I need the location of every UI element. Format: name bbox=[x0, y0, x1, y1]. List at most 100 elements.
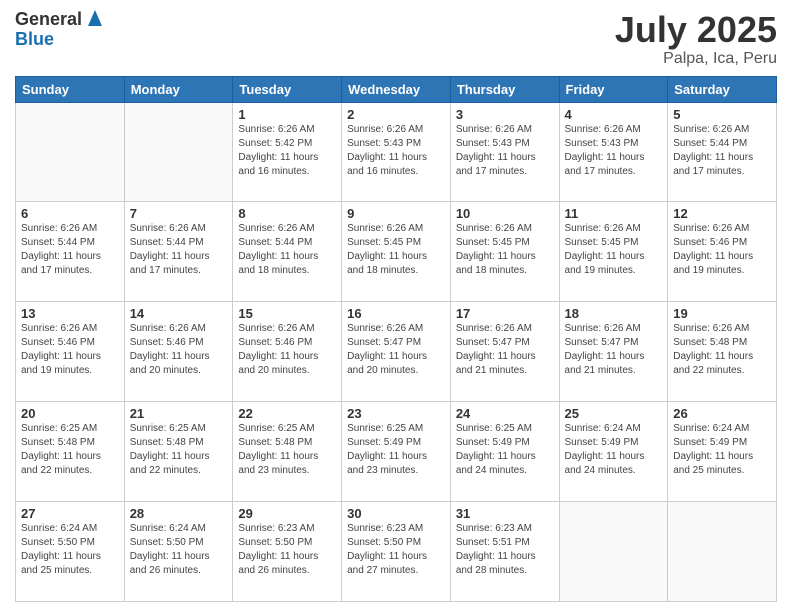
weekday-header-saturday: Saturday bbox=[668, 76, 777, 102]
calendar-cell bbox=[559, 502, 668, 602]
day-number: 10 bbox=[456, 206, 554, 221]
day-number: 4 bbox=[565, 107, 663, 122]
day-info: Sunrise: 6:26 AM Sunset: 5:45 PM Dayligh… bbox=[347, 222, 445, 278]
day-info: Sunrise: 6:26 AM Sunset: 5:48 PM Dayligh… bbox=[673, 322, 771, 378]
calendar-cell: 30Sunrise: 6:23 AM Sunset: 5:50 PM Dayli… bbox=[342, 502, 451, 602]
weekday-header-friday: Friday bbox=[559, 76, 668, 102]
calendar-cell: 22Sunrise: 6:25 AM Sunset: 5:48 PM Dayli… bbox=[233, 402, 342, 502]
calendar-table: SundayMondayTuesdayWednesdayThursdayFrid… bbox=[15, 76, 777, 602]
day-number: 19 bbox=[673, 306, 771, 321]
day-info: Sunrise: 6:26 AM Sunset: 5:44 PM Dayligh… bbox=[673, 123, 771, 179]
weekday-header-wednesday: Wednesday bbox=[342, 76, 451, 102]
day-info: Sunrise: 6:24 AM Sunset: 5:49 PM Dayligh… bbox=[565, 422, 663, 478]
calendar-cell: 29Sunrise: 6:23 AM Sunset: 5:50 PM Dayli… bbox=[233, 502, 342, 602]
calendar-cell: 4Sunrise: 6:26 AM Sunset: 5:43 PM Daylig… bbox=[559, 102, 668, 202]
day-info: Sunrise: 6:24 AM Sunset: 5:50 PM Dayligh… bbox=[21, 522, 119, 578]
day-info: Sunrise: 6:26 AM Sunset: 5:45 PM Dayligh… bbox=[456, 222, 554, 278]
day-number: 15 bbox=[238, 306, 336, 321]
day-number: 18 bbox=[565, 306, 663, 321]
day-info: Sunrise: 6:26 AM Sunset: 5:44 PM Dayligh… bbox=[21, 222, 119, 278]
day-info: Sunrise: 6:26 AM Sunset: 5:46 PM Dayligh… bbox=[238, 322, 336, 378]
calendar-week-2: 6Sunrise: 6:26 AM Sunset: 5:44 PM Daylig… bbox=[16, 202, 777, 302]
day-number: 1 bbox=[238, 107, 336, 122]
calendar-cell: 5Sunrise: 6:26 AM Sunset: 5:44 PM Daylig… bbox=[668, 102, 777, 202]
calendar-cell: 17Sunrise: 6:26 AM Sunset: 5:47 PM Dayli… bbox=[450, 302, 559, 402]
day-info: Sunrise: 6:25 AM Sunset: 5:48 PM Dayligh… bbox=[21, 422, 119, 478]
day-info: Sunrise: 6:26 AM Sunset: 5:46 PM Dayligh… bbox=[21, 322, 119, 378]
day-info: Sunrise: 6:26 AM Sunset: 5:47 PM Dayligh… bbox=[565, 322, 663, 378]
calendar-cell: 7Sunrise: 6:26 AM Sunset: 5:44 PM Daylig… bbox=[124, 202, 233, 302]
day-number: 8 bbox=[238, 206, 336, 221]
calendar-cell: 3Sunrise: 6:26 AM Sunset: 5:43 PM Daylig… bbox=[450, 102, 559, 202]
day-info: Sunrise: 6:26 AM Sunset: 5:46 PM Dayligh… bbox=[130, 322, 228, 378]
calendar-week-3: 13Sunrise: 6:26 AM Sunset: 5:46 PM Dayli… bbox=[16, 302, 777, 402]
calendar-cell: 1Sunrise: 6:26 AM Sunset: 5:42 PM Daylig… bbox=[233, 102, 342, 202]
day-number: 28 bbox=[130, 506, 228, 521]
day-number: 22 bbox=[238, 406, 336, 421]
day-info: Sunrise: 6:24 AM Sunset: 5:50 PM Dayligh… bbox=[130, 522, 228, 578]
day-number: 17 bbox=[456, 306, 554, 321]
calendar-cell: 24Sunrise: 6:25 AM Sunset: 5:49 PM Dayli… bbox=[450, 402, 559, 502]
calendar-cell: 16Sunrise: 6:26 AM Sunset: 5:47 PM Dayli… bbox=[342, 302, 451, 402]
day-info: Sunrise: 6:26 AM Sunset: 5:44 PM Dayligh… bbox=[130, 222, 228, 278]
calendar-cell: 26Sunrise: 6:24 AM Sunset: 5:49 PM Dayli… bbox=[668, 402, 777, 502]
calendar-cell: 12Sunrise: 6:26 AM Sunset: 5:46 PM Dayli… bbox=[668, 202, 777, 302]
day-number: 27 bbox=[21, 506, 119, 521]
calendar-cell: 21Sunrise: 6:25 AM Sunset: 5:48 PM Dayli… bbox=[124, 402, 233, 502]
calendar-cell: 8Sunrise: 6:26 AM Sunset: 5:44 PM Daylig… bbox=[233, 202, 342, 302]
weekday-header-tuesday: Tuesday bbox=[233, 76, 342, 102]
calendar-cell: 19Sunrise: 6:26 AM Sunset: 5:48 PM Dayli… bbox=[668, 302, 777, 402]
day-info: Sunrise: 6:26 AM Sunset: 5:47 PM Dayligh… bbox=[456, 322, 554, 378]
calendar-cell: 6Sunrise: 6:26 AM Sunset: 5:44 PM Daylig… bbox=[16, 202, 125, 302]
day-number: 30 bbox=[347, 506, 445, 521]
calendar-cell: 15Sunrise: 6:26 AM Sunset: 5:46 PM Dayli… bbox=[233, 302, 342, 402]
day-info: Sunrise: 6:26 AM Sunset: 5:46 PM Dayligh… bbox=[673, 222, 771, 278]
day-info: Sunrise: 6:23 AM Sunset: 5:51 PM Dayligh… bbox=[456, 522, 554, 578]
day-number: 9 bbox=[347, 206, 445, 221]
calendar-cell: 28Sunrise: 6:24 AM Sunset: 5:50 PM Dayli… bbox=[124, 502, 233, 602]
calendar-cell: 31Sunrise: 6:23 AM Sunset: 5:51 PM Dayli… bbox=[450, 502, 559, 602]
day-info: Sunrise: 6:25 AM Sunset: 5:48 PM Dayligh… bbox=[238, 422, 336, 478]
weekday-header-sunday: Sunday bbox=[16, 76, 125, 102]
day-number: 21 bbox=[130, 406, 228, 421]
calendar-cell bbox=[124, 102, 233, 202]
day-info: Sunrise: 6:25 AM Sunset: 5:48 PM Dayligh… bbox=[130, 422, 228, 478]
day-info: Sunrise: 6:26 AM Sunset: 5:42 PM Dayligh… bbox=[238, 123, 336, 179]
calendar-cell: 2Sunrise: 6:26 AM Sunset: 5:43 PM Daylig… bbox=[342, 102, 451, 202]
day-info: Sunrise: 6:25 AM Sunset: 5:49 PM Dayligh… bbox=[347, 422, 445, 478]
header: General Blue July 2025 Palpa, Ica, Peru bbox=[15, 10, 777, 68]
location: Palpa, Ica, Peru bbox=[615, 50, 777, 68]
title-section: July 2025 Palpa, Ica, Peru bbox=[615, 10, 777, 68]
calendar-cell: 14Sunrise: 6:26 AM Sunset: 5:46 PM Dayli… bbox=[124, 302, 233, 402]
day-info: Sunrise: 6:26 AM Sunset: 5:47 PM Dayligh… bbox=[347, 322, 445, 378]
day-info: Sunrise: 6:25 AM Sunset: 5:49 PM Dayligh… bbox=[456, 422, 554, 478]
day-number: 16 bbox=[347, 306, 445, 321]
weekday-header-thursday: Thursday bbox=[450, 76, 559, 102]
weekday-header-row: SundayMondayTuesdayWednesdayThursdayFrid… bbox=[16, 76, 777, 102]
calendar-cell: 9Sunrise: 6:26 AM Sunset: 5:45 PM Daylig… bbox=[342, 202, 451, 302]
day-info: Sunrise: 6:23 AM Sunset: 5:50 PM Dayligh… bbox=[347, 522, 445, 578]
day-number: 23 bbox=[347, 406, 445, 421]
calendar-week-1: 1Sunrise: 6:26 AM Sunset: 5:42 PM Daylig… bbox=[16, 102, 777, 202]
calendar-cell: 10Sunrise: 6:26 AM Sunset: 5:45 PM Dayli… bbox=[450, 202, 559, 302]
logo: General Blue bbox=[15, 10, 106, 50]
logo-icon bbox=[84, 8, 106, 30]
day-number: 20 bbox=[21, 406, 119, 421]
day-info: Sunrise: 6:26 AM Sunset: 5:43 PM Dayligh… bbox=[565, 123, 663, 179]
day-info: Sunrise: 6:24 AM Sunset: 5:49 PM Dayligh… bbox=[673, 422, 771, 478]
day-number: 3 bbox=[456, 107, 554, 122]
calendar-week-5: 27Sunrise: 6:24 AM Sunset: 5:50 PM Dayli… bbox=[16, 502, 777, 602]
calendar-cell: 20Sunrise: 6:25 AM Sunset: 5:48 PM Dayli… bbox=[16, 402, 125, 502]
calendar-cell bbox=[668, 502, 777, 602]
calendar-cell: 27Sunrise: 6:24 AM Sunset: 5:50 PM Dayli… bbox=[16, 502, 125, 602]
day-number: 12 bbox=[673, 206, 771, 221]
calendar-cell: 23Sunrise: 6:25 AM Sunset: 5:49 PM Dayli… bbox=[342, 402, 451, 502]
calendar-cell: 11Sunrise: 6:26 AM Sunset: 5:45 PM Dayli… bbox=[559, 202, 668, 302]
logo-blue: Blue bbox=[15, 30, 82, 50]
day-number: 25 bbox=[565, 406, 663, 421]
calendar-cell: 25Sunrise: 6:24 AM Sunset: 5:49 PM Dayli… bbox=[559, 402, 668, 502]
day-number: 13 bbox=[21, 306, 119, 321]
day-number: 29 bbox=[238, 506, 336, 521]
calendar-week-4: 20Sunrise: 6:25 AM Sunset: 5:48 PM Dayli… bbox=[16, 402, 777, 502]
day-number: 6 bbox=[21, 206, 119, 221]
